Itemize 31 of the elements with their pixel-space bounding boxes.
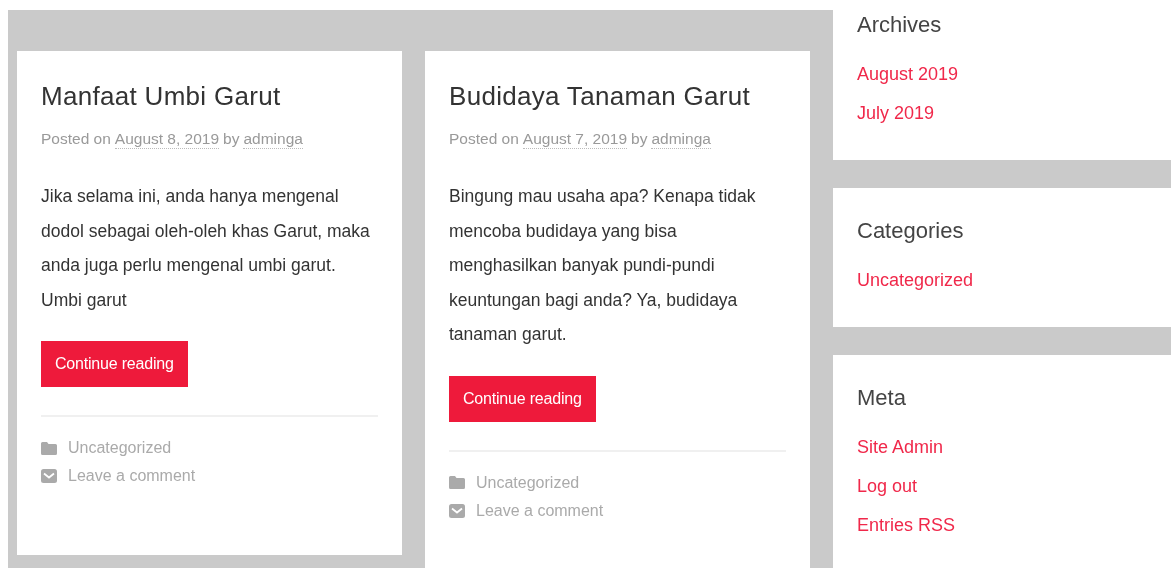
post-title[interactable]: Manfaat Umbi Garut [41, 81, 378, 112]
post-excerpt: Bingung mau usaha apa? Kenapa tidak mencoba budidaya yang bisa menghasilkan banyak pundi-pundi keuntungan bagi anda? Ya, budidaya tanaman garut. [449, 185, 757, 346]
folder-icon [41, 441, 57, 455]
sidebar-link[interactable]: Site Admin [857, 437, 944, 458]
widget-title: Categories [857, 218, 964, 244]
author-link[interactable]: adminga [651, 130, 711, 149]
author-link[interactable]: adminga [243, 130, 303, 149]
widget-title: Meta [857, 385, 906, 411]
envelope-icon [449, 503, 465, 518]
comment-link[interactable]: Leave a comment [476, 501, 604, 520]
post-excerpt: Jika selama ini, anda hanya mengenal dodol sebagai oleh-oleh khas Garut, maka anda juga perlu mengenal umbi garut. Umbi garut [41, 185, 371, 312]
posted-label: Posted on [449, 130, 519, 149]
category-link[interactable]: Uncategorized [476, 473, 580, 492]
folder-icon [449, 476, 465, 489]
date-link[interactable]: August 8, 2019 [114, 130, 220, 149]
posted-label: Posted on [41, 130, 111, 149]
sidebar-link[interactable]: Entries RSS [857, 515, 956, 536]
sidebar-link[interactable]: August 2019 [857, 64, 959, 85]
post-title[interactable]: Budidaya Tanaman Garut [449, 81, 786, 112]
continue-reading-button[interactable]: Continue reading [449, 375, 596, 422]
comment-link[interactable]: Leave a comment [68, 467, 196, 485]
sidebar-link[interactable]: Uncategorized [857, 270, 974, 291]
sidebar-link[interactable]: July 2019 [857, 103, 935, 124]
by-label: by [631, 130, 648, 149]
widget-title: Archives [857, 12, 942, 38]
envelope-icon [41, 469, 57, 483]
by-label: by [223, 130, 240, 149]
date-link[interactable]: August 7, 2019 [522, 130, 628, 149]
sidebar-link[interactable]: Log out [857, 476, 918, 497]
continue-reading-button[interactable]: Continue reading [41, 341, 188, 387]
category-link[interactable]: Uncategorized [68, 439, 172, 457]
